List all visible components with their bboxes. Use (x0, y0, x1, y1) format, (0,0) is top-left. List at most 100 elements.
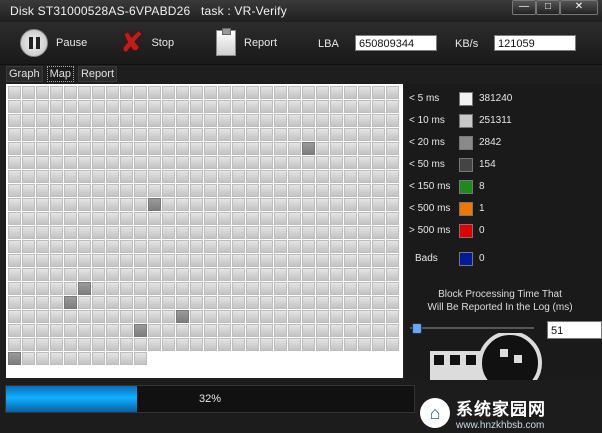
map-block (302, 240, 315, 253)
map-block (232, 170, 245, 183)
map-block (106, 212, 119, 225)
legend-swatch (459, 252, 473, 266)
map-block (218, 142, 231, 155)
map-block (8, 268, 21, 281)
map-block (386, 310, 399, 323)
legend-swatch (459, 136, 473, 150)
map-block (372, 324, 385, 337)
map-block (162, 324, 175, 337)
map-block (176, 128, 189, 141)
map-block (162, 282, 175, 295)
legend-label: < 500 ms (409, 203, 451, 214)
tab-bar: Graph Map Report (6, 66, 121, 82)
map-block (162, 86, 175, 99)
map-block (162, 212, 175, 225)
map-block (148, 212, 161, 225)
map-block (162, 338, 175, 351)
map-block (386, 282, 399, 295)
map-block (50, 268, 63, 281)
tab-graph[interactable]: Graph (6, 66, 43, 82)
stop-button[interactable]: ✘ Stop (120, 28, 174, 58)
map-block (260, 198, 273, 211)
block-note-line1: Block Processing Time That (438, 289, 562, 300)
app-logo-icon (430, 333, 542, 383)
map-block (218, 282, 231, 295)
map-block (176, 100, 189, 113)
map-block (288, 226, 301, 239)
map-block (162, 240, 175, 253)
legend-row: < 10 ms 251311 (409, 114, 599, 128)
map-block (330, 198, 343, 211)
slider-track (410, 327, 534, 329)
map-block (148, 282, 161, 295)
map-block (344, 268, 357, 281)
map-block (316, 184, 329, 197)
map-block (134, 212, 147, 225)
map-block (36, 296, 49, 309)
map-block (78, 198, 91, 211)
map-block (330, 184, 343, 197)
map-block (176, 240, 189, 253)
map-block (134, 324, 147, 337)
map-block (50, 198, 63, 211)
map-block (358, 324, 371, 337)
map-block (358, 142, 371, 155)
threshold-value[interactable]: 51 (547, 321, 602, 339)
minimize-icon[interactable]: — (512, 0, 536, 15)
map-block (190, 184, 203, 197)
map-block (358, 254, 371, 267)
map-block (218, 310, 231, 323)
close-icon[interactable]: ✕ (560, 0, 598, 15)
maximize-icon[interactable]: □ (536, 0, 560, 15)
map-block (176, 114, 189, 127)
map-block (8, 282, 21, 295)
map-block (330, 114, 343, 127)
map-block (64, 338, 77, 351)
map-block (64, 156, 77, 169)
map-block (176, 338, 189, 351)
map-block (78, 282, 91, 295)
map-block (134, 114, 147, 127)
map-block (316, 324, 329, 337)
map-block (120, 324, 133, 337)
map-block (204, 142, 217, 155)
legend-row: Bads 0 (409, 252, 599, 266)
legend-label: > 500 ms (409, 225, 451, 236)
window-controls: — □ ✕ (512, 0, 598, 15)
map-block (22, 296, 35, 309)
map-block (148, 226, 161, 239)
map-block (78, 156, 91, 169)
map-block (246, 198, 259, 211)
stop-x-icon: ✘ (120, 27, 144, 58)
map-block (92, 240, 105, 253)
map-block (288, 156, 301, 169)
map-block (330, 240, 343, 253)
legend-label: < 50 ms (409, 159, 445, 170)
map-block (260, 268, 273, 281)
map-block (316, 86, 329, 99)
map-block (106, 156, 119, 169)
map-block (218, 86, 231, 99)
map-block (78, 226, 91, 239)
report-label: Report (244, 37, 278, 49)
map-block (176, 212, 189, 225)
map-block (288, 170, 301, 183)
map-block (288, 184, 301, 197)
map-block (218, 240, 231, 253)
pause-button[interactable]: Pause (20, 28, 87, 58)
map-block (50, 282, 63, 295)
map-block (36, 198, 49, 211)
map-block (288, 142, 301, 155)
map-block (260, 338, 273, 351)
tab-map[interactable]: Map (46, 66, 74, 82)
map-block (176, 226, 189, 239)
map-block (106, 142, 119, 155)
tab-report[interactable]: Report (77, 66, 118, 82)
map-block (50, 128, 63, 141)
report-button[interactable]: Report (216, 28, 277, 58)
map-block (190, 324, 203, 337)
slider-knob[interactable] (412, 323, 422, 334)
map-block (246, 324, 259, 337)
map-block (190, 198, 203, 211)
map-block (260, 100, 273, 113)
